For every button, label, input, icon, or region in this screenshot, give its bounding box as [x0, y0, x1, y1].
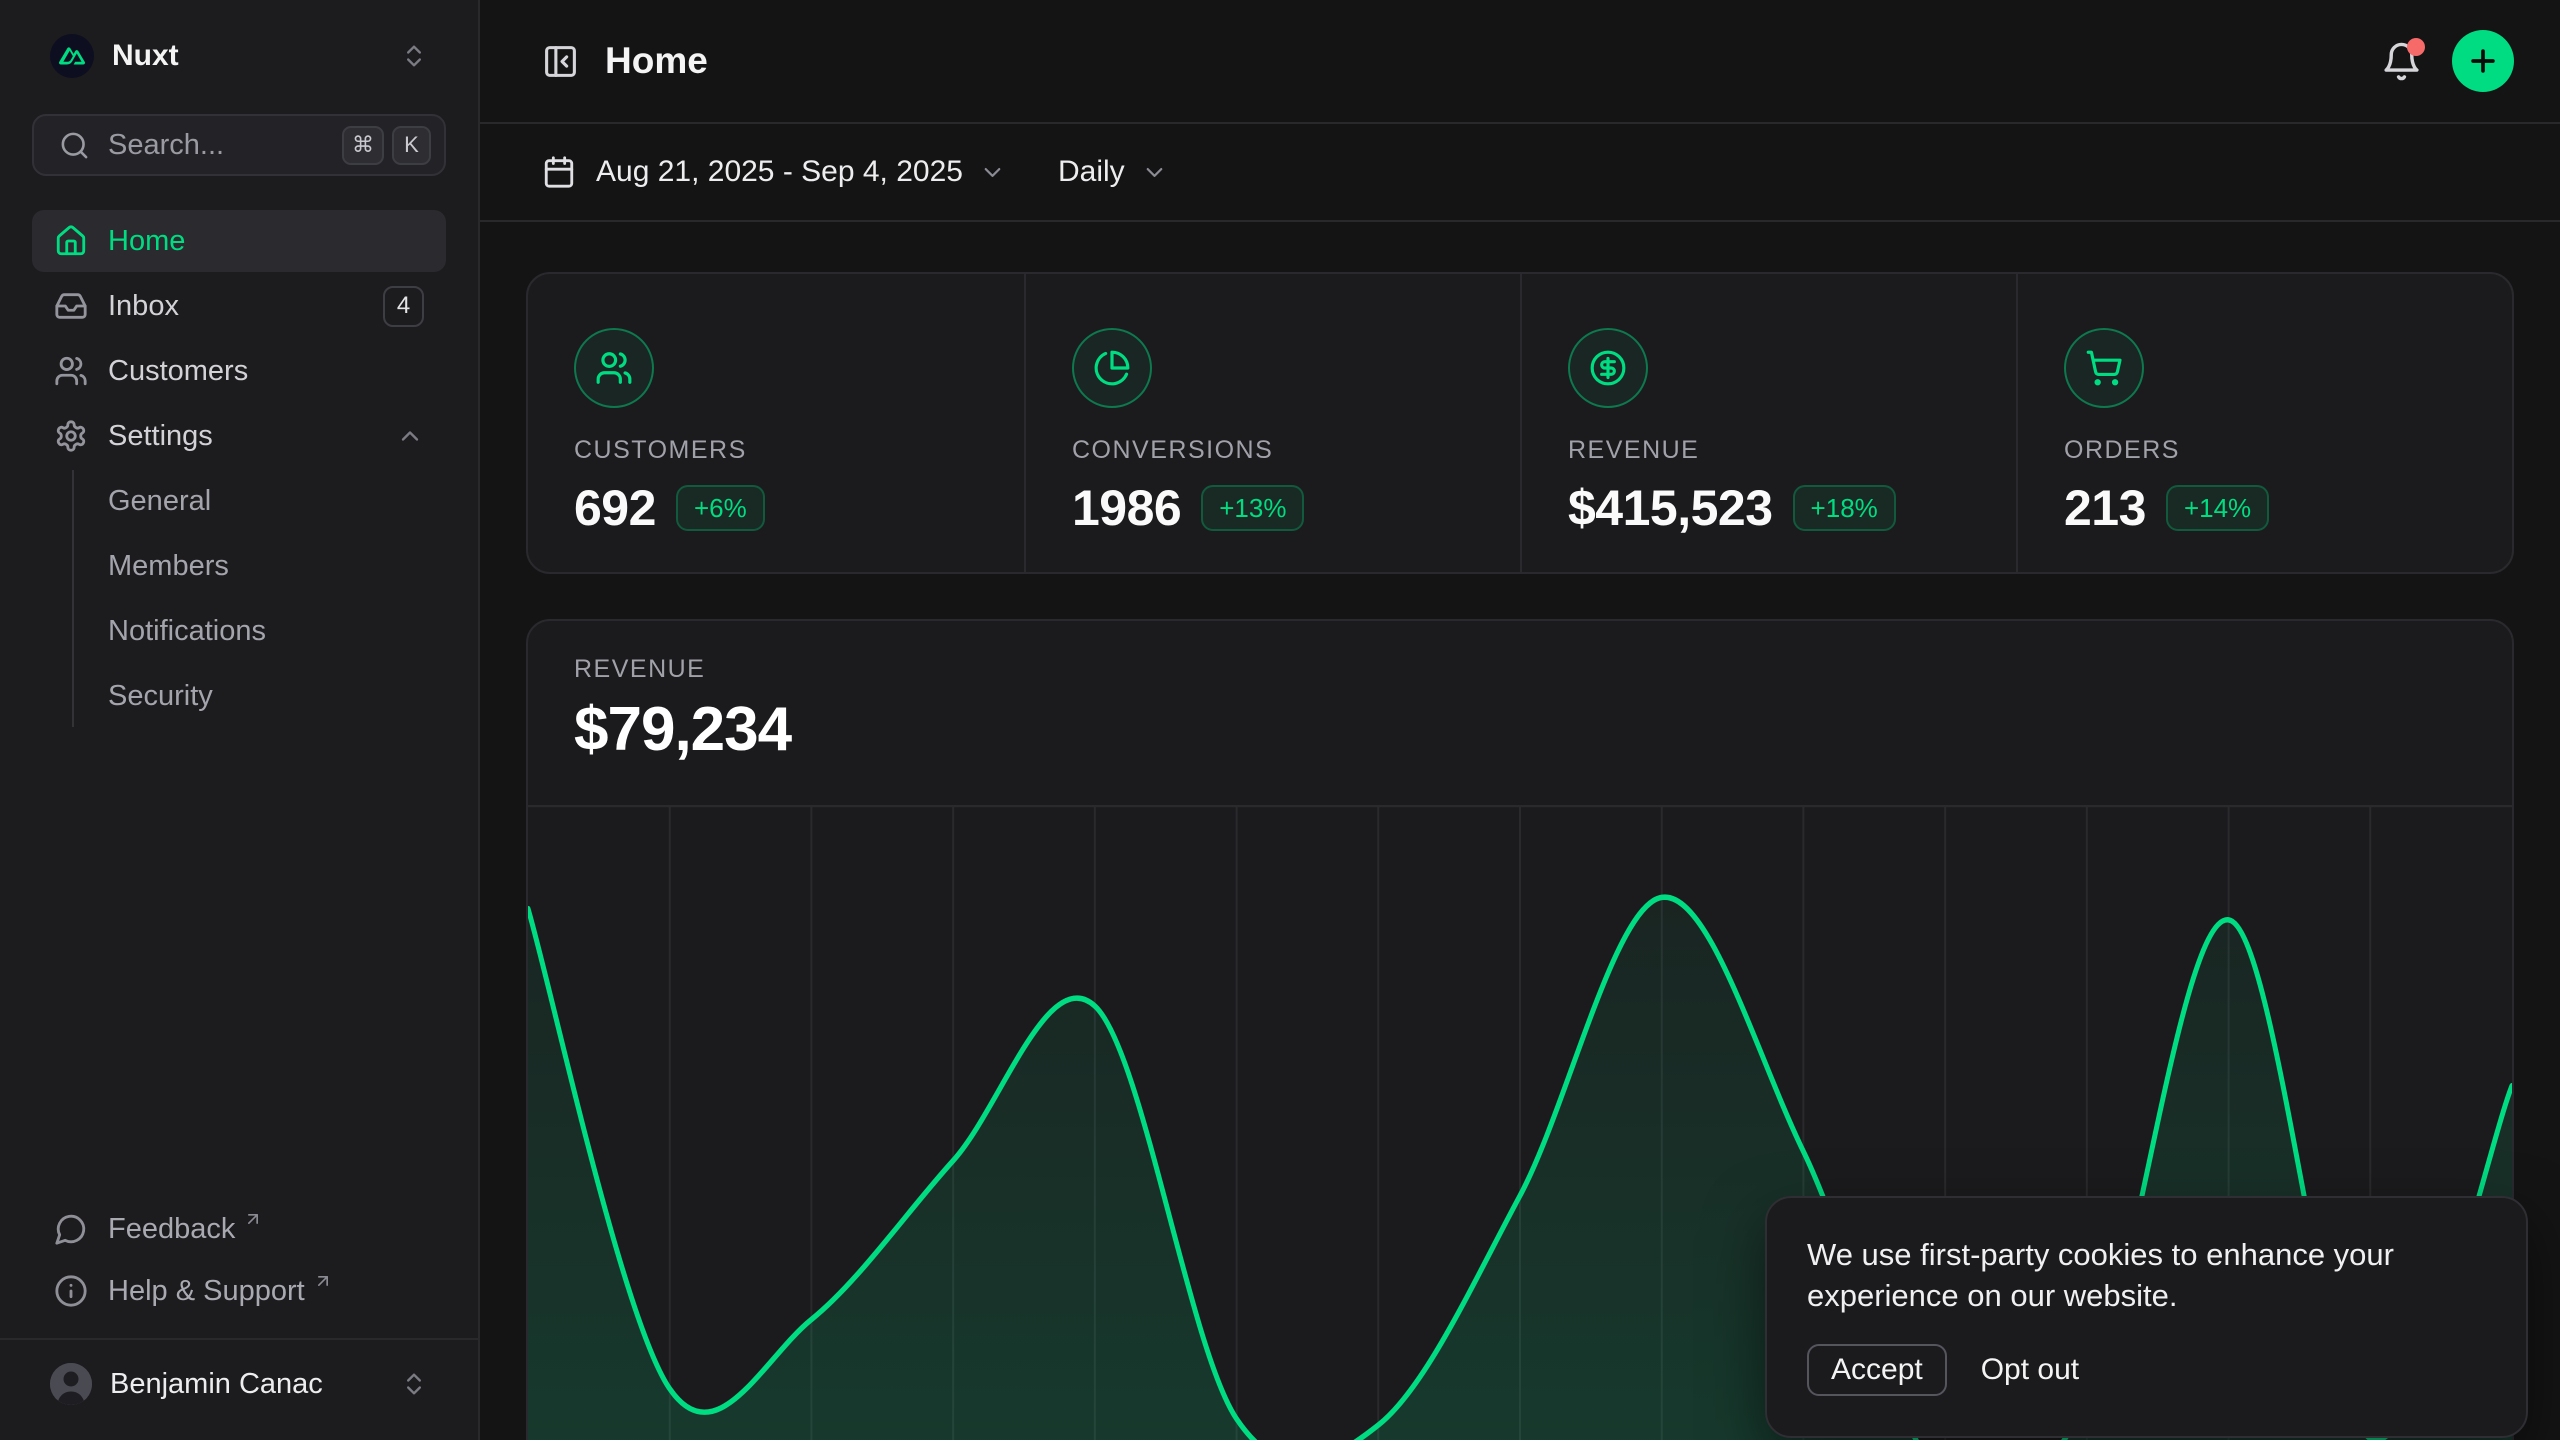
add-button[interactable]: [2452, 30, 2514, 92]
sidebar-item-help-support[interactable]: Help & Support: [32, 1260, 446, 1322]
stat-delta-badge: +14%: [2166, 485, 2269, 531]
stat-value: 692: [574, 479, 656, 537]
chevrons-up-down-icon: [400, 42, 428, 70]
stat-value: $415,523: [1568, 479, 1773, 537]
sidebar-item-label: Settings: [108, 420, 213, 453]
sidebar-nav: Home Inbox 4 Customers Settings GeneralMember…: [32, 210, 446, 727]
stat-value-row: $415,523 +18%: [1568, 479, 1976, 537]
kbd-cmd: ⌘: [342, 126, 384, 165]
workspace-name: Nuxt: [112, 39, 179, 73]
stat-value: 213: [2064, 479, 2146, 537]
sidebar-subitem-notifications[interactable]: Notifications: [104, 600, 446, 662]
sidebar-subitem-members[interactable]: Members: [104, 535, 446, 597]
calendar-icon: [542, 155, 576, 189]
cookie-banner: We use first-party cookies to enhance yo…: [1765, 1196, 2528, 1438]
sidebar-item-inbox[interactable]: Inbox 4: [32, 275, 446, 337]
sidebar-spacer: [32, 727, 446, 1198]
chevron-down-icon: [979, 159, 1006, 186]
opt-out-button[interactable]: Opt out: [1981, 1353, 2079, 1387]
chart-header: REVENUE $79,234: [528, 621, 2512, 765]
chevron-up-icon: [396, 422, 424, 450]
notification-dot: [2407, 38, 2425, 56]
stat-delta-badge: +13%: [1201, 485, 1304, 531]
stat-label: CONVERSIONS: [1072, 436, 1480, 465]
inbox-icon: [54, 289, 88, 323]
stat-delta-badge: +6%: [676, 485, 765, 531]
stat-label: ORDERS: [2064, 436, 2472, 465]
house-icon: [54, 224, 88, 258]
inbox-count-badge: 4: [383, 286, 424, 327]
stat-value: 1986: [1072, 479, 1181, 537]
user-name: Benjamin Canac: [110, 1368, 323, 1401]
search-shortcut: ⌘ K: [342, 126, 431, 165]
sidebar-item-customers[interactable]: Customers: [32, 340, 446, 402]
stat-value-row: 692 +6%: [574, 479, 984, 537]
stat-value-row: 213 +14%: [2064, 479, 2472, 537]
sidebar-item-feedback[interactable]: Feedback: [32, 1198, 446, 1260]
external-link-icon: [243, 1209, 263, 1229]
sidebar-item-label: Home: [108, 225, 185, 258]
stat-card-conversions[interactable]: CONVERSIONS 1986 +13%: [1024, 274, 1520, 572]
notifications-button[interactable]: [2381, 41, 2422, 82]
nuxt-logo-icon: [50, 34, 94, 78]
workspace-switcher[interactable]: Nuxt: [32, 26, 446, 86]
granularity-select[interactable]: Daily: [1058, 155, 1168, 189]
sidebar-subitem-general[interactable]: General: [104, 470, 446, 532]
sidebar-item-home[interactable]: Home: [32, 210, 446, 272]
collapse-sidebar-icon[interactable]: [542, 43, 579, 80]
search-icon: [59, 130, 90, 161]
chevron-down-icon: [1141, 159, 1168, 186]
chevrons-up-down-icon: [400, 1370, 428, 1398]
sidebar-item-settings[interactable]: Settings: [32, 405, 446, 467]
page-title: Home: [605, 40, 708, 82]
stat-value-row: 1986 +13%: [1072, 479, 1480, 537]
stat-card-orders[interactable]: ORDERS 213 +14%: [2016, 274, 2512, 572]
filters-toolbar: Aug 21, 2025 - Sep 4, 2025 Daily: [480, 124, 2560, 222]
search-input[interactable]: Search... ⌘ K: [32, 114, 446, 176]
gear-icon: [54, 419, 88, 453]
stat-card-revenue[interactable]: REVENUE $415,523 +18%: [1520, 274, 2016, 572]
user-menu[interactable]: Benjamin Canac: [32, 1340, 446, 1428]
date-range-value: Aug 21, 2025 - Sep 4, 2025: [596, 155, 963, 189]
stat-card-customers[interactable]: CUSTOMERS 692 +6%: [528, 274, 1024, 572]
chart-total-value: $79,234: [574, 694, 2466, 765]
stat-label: CUSTOMERS: [574, 436, 984, 465]
external-link-icon: [313, 1271, 333, 1291]
dollar-circle-icon: [1568, 328, 1648, 408]
sidebar-item-label: Customers: [108, 355, 248, 388]
sidebar: Nuxt Search... ⌘ K Home Inbox 4 Customers Se…: [0, 0, 480, 1440]
sidebar-subitem-security[interactable]: Security: [104, 665, 446, 727]
info-icon: [54, 1274, 88, 1308]
users-icon: [574, 328, 654, 408]
page-header: Home: [480, 0, 2560, 124]
header-actions: [2381, 30, 2514, 92]
sidebar-item-label: Inbox: [108, 290, 179, 323]
avatar: [50, 1363, 92, 1405]
settings-submenu: GeneralMembersNotificationsSecurity: [72, 470, 446, 727]
stats-summary-card: CUSTOMERS 692 +6% CONVERSIONS 1986 +13% REVENU…: [526, 272, 2514, 574]
feedback-label: Feedback: [108, 1213, 235, 1246]
chart-title: REVENUE: [574, 655, 2466, 684]
stat-label: REVENUE: [1568, 436, 1976, 465]
cart-icon: [2064, 328, 2144, 408]
app-root: Nuxt Search... ⌘ K Home Inbox 4 Customers Se…: [0, 0, 2560, 1440]
help-support-label: Help & Support: [108, 1275, 305, 1308]
granularity-value: Daily: [1058, 155, 1125, 189]
search-placeholder: Search...: [108, 129, 224, 162]
pie-chart-icon: [1072, 328, 1152, 408]
chat-bubble-icon: [54, 1212, 88, 1246]
cookie-actions: Accept Opt out: [1807, 1344, 2486, 1396]
users-icon: [54, 354, 88, 388]
kbd-k: K: [392, 126, 431, 165]
accept-button[interactable]: Accept: [1807, 1344, 1947, 1396]
date-range-picker[interactable]: Aug 21, 2025 - Sep 4, 2025: [526, 155, 1006, 189]
stat-delta-badge: +18%: [1793, 485, 1896, 531]
cookie-message: We use first-party cookies to enhance yo…: [1807, 1234, 2486, 1316]
